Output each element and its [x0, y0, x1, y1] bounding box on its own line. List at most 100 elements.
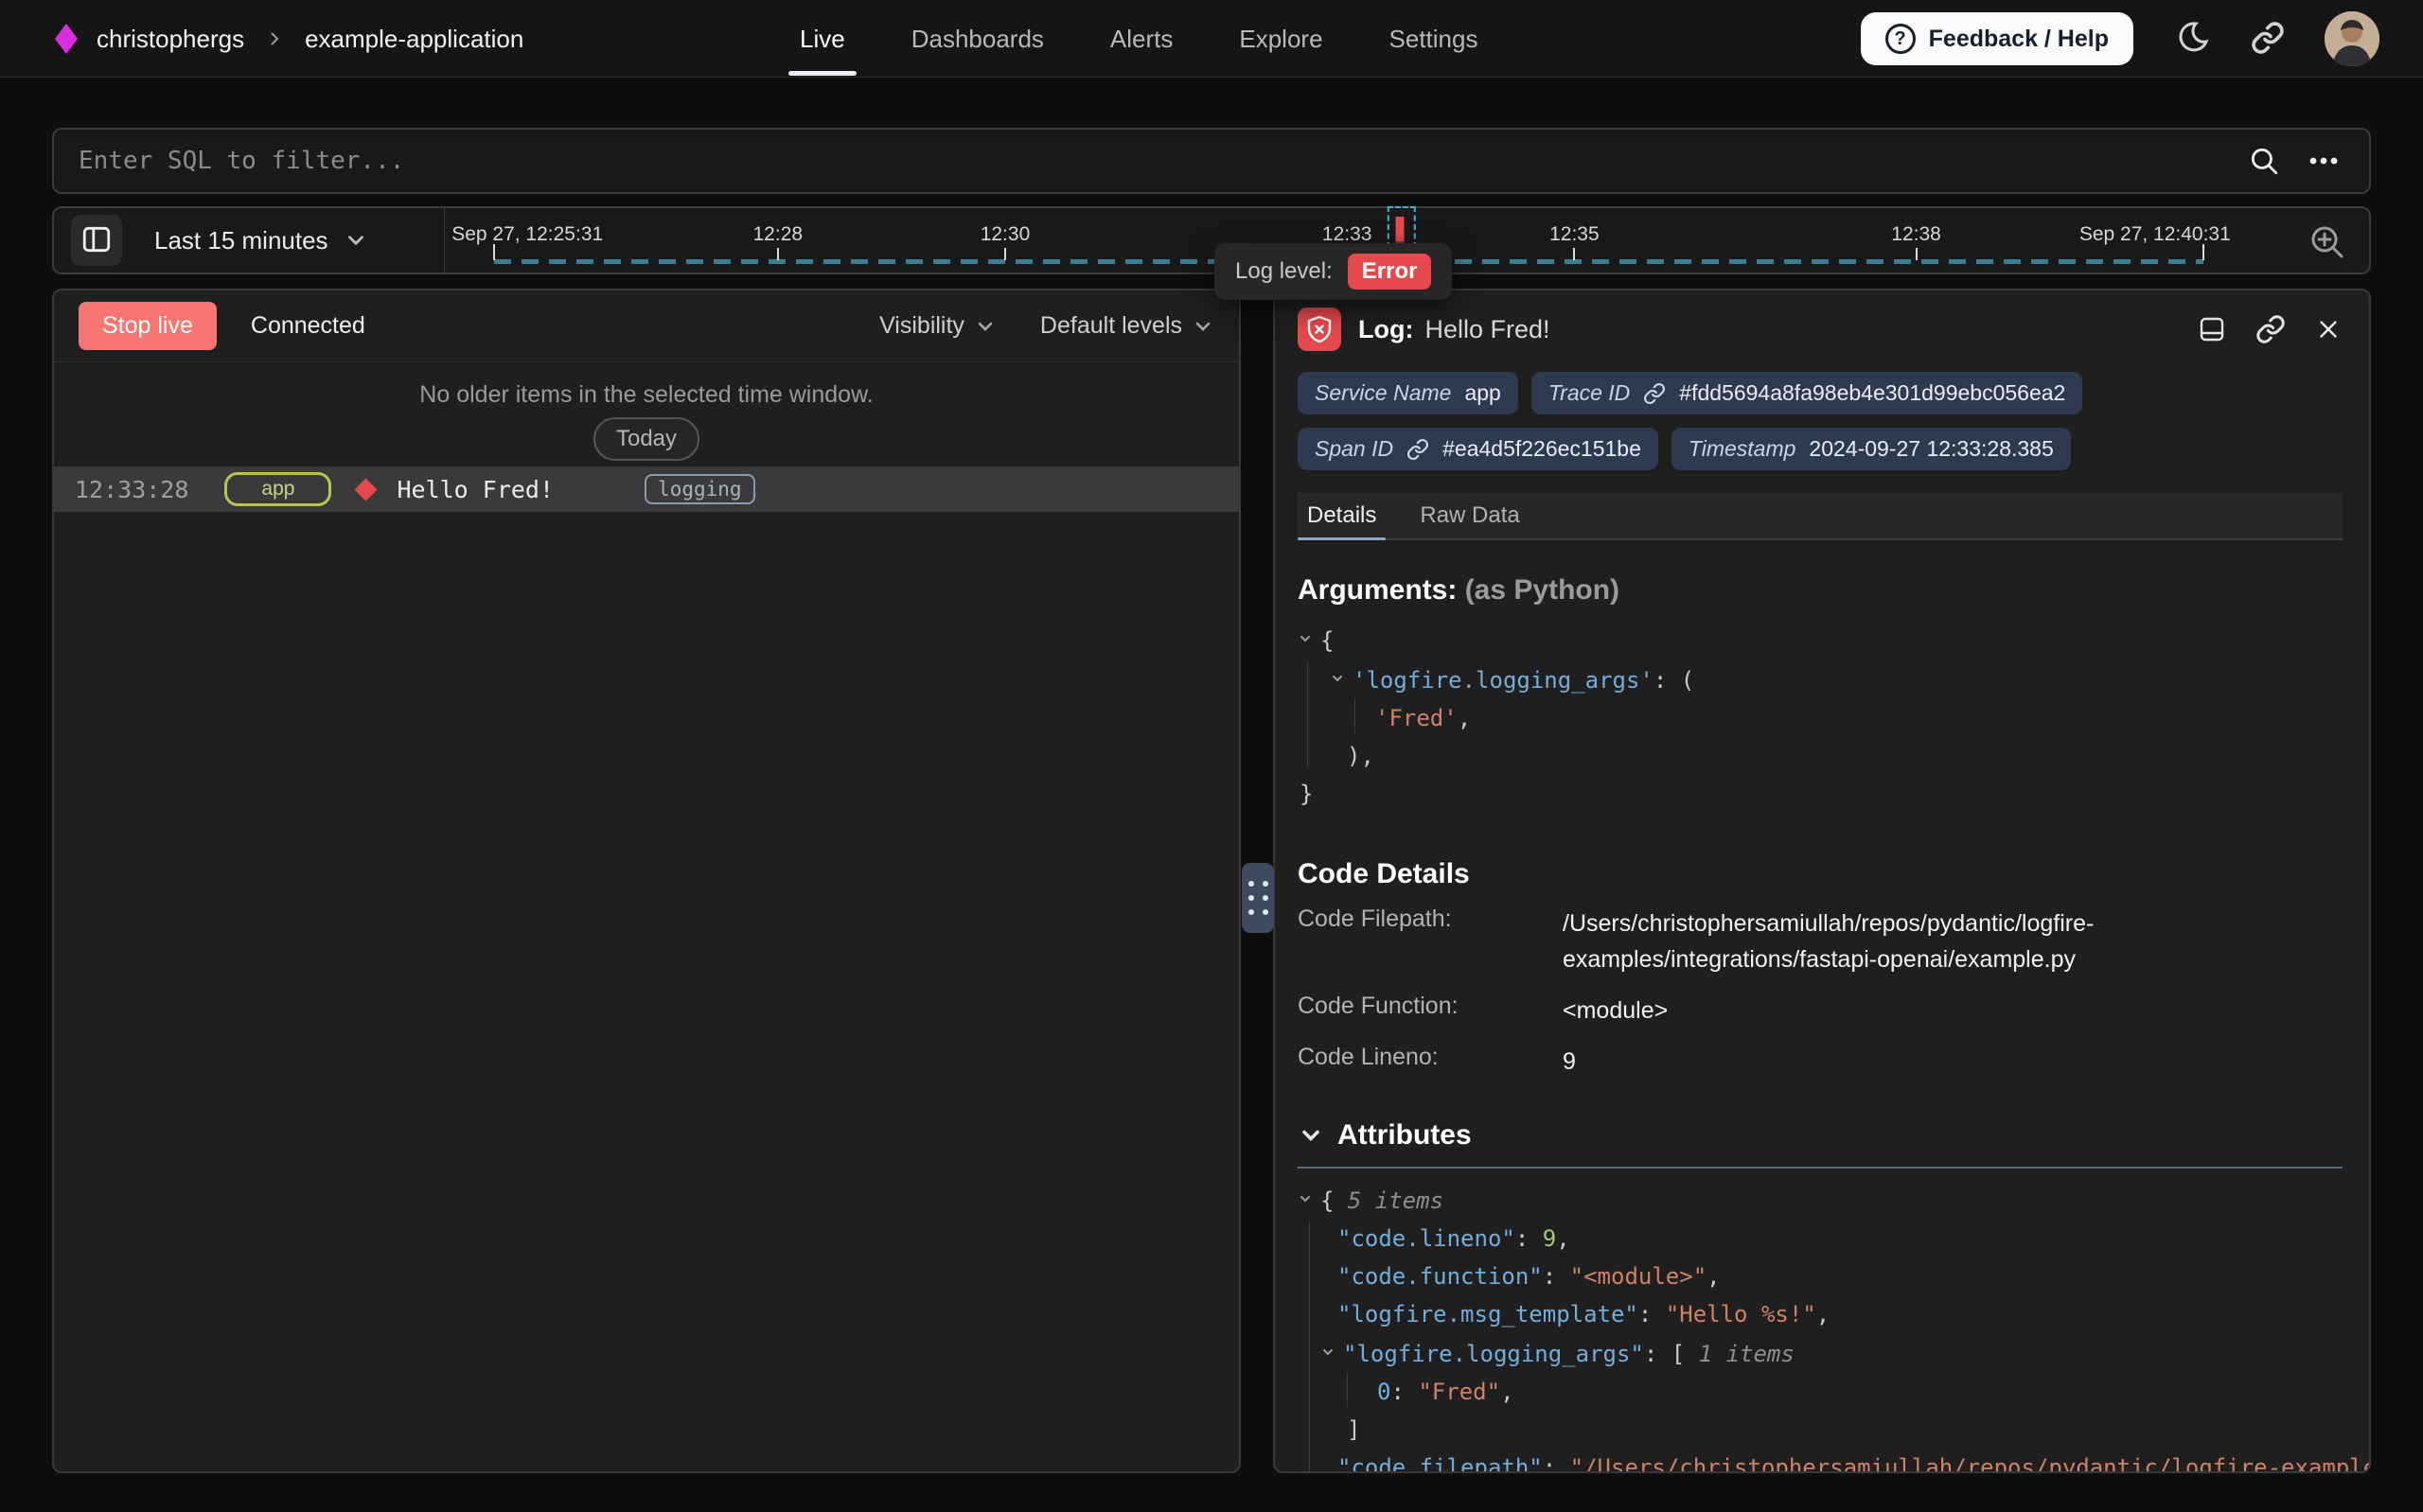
- link-icon: [1643, 382, 1666, 405]
- code-token: 'logfire.logging_args': [1353, 667, 1654, 694]
- code-token: ]: [1347, 1416, 1360, 1443]
- visibility-dropdown[interactable]: Visibility: [879, 312, 997, 340]
- span-id-label: Span ID: [1315, 436, 1393, 462]
- detail-title-prefix: Log:: [1358, 315, 1413, 344]
- error-log-marker[interactable]: [1396, 217, 1405, 241]
- nav-tab-settings[interactable]: Settings: [1389, 0, 1478, 78]
- log-level-tooltip: Log level: Error: [1214, 243, 1452, 300]
- grip-dot: [1248, 881, 1254, 887]
- timeline-zoom-in-button[interactable]: [2307, 221, 2348, 266]
- code-token: 5 items: [1334, 1187, 1443, 1214]
- panel-left-icon: [80, 223, 113, 258]
- logfire-logo-icon: [55, 24, 78, 54]
- top-bar: christophergs example-application Live D…: [0, 0, 2423, 78]
- share-link-button[interactable]: [2251, 21, 2285, 58]
- grip-dot: [1248, 895, 1254, 901]
- grip-dot: [1263, 881, 1268, 887]
- code-token: "logfire.msg_template": [1337, 1301, 1638, 1327]
- panel-resize-handle[interactable]: [1242, 863, 1274, 933]
- code-line: "code.filepath": "/Users/christophersami…: [1298, 1449, 2343, 1473]
- nav-tab-settings-label: Settings: [1389, 25, 1478, 54]
- detail-title-text: Hello Fred!: [1424, 315, 1549, 344]
- code-lineno-value: 9: [1563, 1044, 2343, 1080]
- sidebar-toggle-button[interactable]: [71, 215, 122, 266]
- live-panel-controls: Visibility Default levels: [879, 312, 1214, 340]
- code-token: "code.filepath": [1337, 1454, 1543, 1473]
- error-level-badge: Error: [1348, 254, 1432, 290]
- user-avatar[interactable]: [2325, 11, 2379, 66]
- time-range-dropdown[interactable]: Last 15 minutes: [154, 208, 368, 273]
- nav-tab-live-label: Live: [800, 25, 845, 54]
- code-token: ,: [1707, 1263, 1720, 1290]
- code-token: :: [1515, 1225, 1543, 1252]
- nav-tab-live[interactable]: Live: [800, 0, 845, 78]
- timestamp-badge: Timestamp 2024-09-27 12:33:28.385: [1671, 428, 2071, 470]
- more-options-icon[interactable]: [2307, 144, 2341, 178]
- permalink-icon[interactable]: [2255, 314, 2286, 344]
- sql-filter-input[interactable]: [54, 130, 2248, 192]
- code-token: ,: [1816, 1301, 1830, 1327]
- nav-tab-explore[interactable]: Explore: [1239, 0, 1322, 78]
- timestamp-value: 2024-09-27 12:33:28.385: [1809, 436, 2053, 462]
- collapse-chevron-icon[interactable]: [1320, 1333, 1335, 1371]
- span-id-badge[interactable]: Span ID #ea4d5f226ec151be: [1298, 428, 1658, 470]
- today-button[interactable]: Today: [593, 417, 699, 461]
- main-nav: Live Dashboards Alerts Explore Settings: [800, 0, 1477, 78]
- nav-tab-alerts[interactable]: Alerts: [1110, 0, 1173, 78]
- tick-label: Sep 27, 12:40:31: [2079, 223, 2231, 246]
- tab-raw-data[interactable]: Raw Data: [1420, 493, 1519, 538]
- code-lineno-label: Code Lineno:: [1298, 1044, 1563, 1071]
- code-function-label: Code Function:: [1298, 993, 1563, 1020]
- close-icon[interactable]: [2314, 315, 2343, 343]
- log-row-selected[interactable]: 12:33:28 app Hello Fred! logging: [54, 466, 1239, 512]
- code-line: "code.function": "<module>",: [1298, 1257, 2343, 1295]
- attributes-divider: [1298, 1167, 2343, 1169]
- code-filepath-label: Code Filepath:: [1298, 905, 1563, 933]
- code-details-grid: Code Filepath: /Users/christophersamiull…: [1298, 905, 2343, 1080]
- chevron-down-icon: [1192, 315, 1214, 338]
- breadcrumb-org[interactable]: christophergs: [97, 25, 244, 54]
- chevron-down-icon: [1298, 1122, 1324, 1149]
- trace-id-badge[interactable]: Trace ID #fdd5694a8fa98eb4e301d99ebc056e…: [1531, 372, 2083, 414]
- code-token: : [: [1644, 1341, 1699, 1367]
- code-line: }: [1298, 775, 2343, 813]
- arguments-heading-suffix: (as Python): [1465, 574, 1619, 606]
- code-token: "Hello %s!": [1666, 1301, 1816, 1327]
- code-token: {: [1320, 1187, 1334, 1214]
- attributes-heading[interactable]: Attributes: [1298, 1119, 2343, 1152]
- nav-tab-alerts-label: Alerts: [1110, 25, 1173, 54]
- code-line: "code.lineno": 9,: [1298, 1220, 2343, 1257]
- default-levels-dropdown[interactable]: Default levels: [1040, 312, 1214, 340]
- detail-header-actions: [2197, 314, 2343, 344]
- tick-line: [1916, 248, 1918, 260]
- visibility-label: Visibility: [879, 312, 964, 340]
- search-icon[interactable]: [2248, 145, 2280, 177]
- tick-label: 12:30: [981, 223, 1031, 246]
- time-range-bar: Last 15 minutes Sep 27, 12:25:31 12:28 1…: [52, 206, 2371, 274]
- theme-toggle-button[interactable]: [2173, 19, 2211, 60]
- collapse-chevron-icon[interactable]: [1330, 659, 1345, 697]
- code-token: ,: [1556, 1225, 1569, 1252]
- nav-tab-dashboards[interactable]: Dashboards: [911, 0, 1044, 78]
- feedback-help-button[interactable]: ? Feedback / Help: [1861, 12, 2133, 65]
- code-line: ),: [1298, 737, 2343, 775]
- dock-panel-icon[interactable]: [2197, 314, 2227, 344]
- tab-details[interactable]: Details: [1307, 493, 1376, 538]
- tick-label: 12:38: [1891, 223, 1941, 246]
- code-line: { 5 items: [1298, 1180, 2343, 1220]
- collapse-chevron-icon[interactable]: [1298, 620, 1313, 658]
- link-icon: [1406, 438, 1429, 461]
- breadcrumb-project[interactable]: example-application: [305, 25, 523, 54]
- code-line: "logfire.msg_template": "Hello %s!",: [1298, 1295, 2343, 1333]
- tick-line: [493, 244, 495, 260]
- code-token: 1 items: [1699, 1341, 1795, 1367]
- feedback-help-label: Feedback / Help: [1929, 26, 2109, 53]
- question-circle-icon: ?: [1885, 24, 1916, 54]
- collapse-chevron-icon[interactable]: [1298, 1180, 1313, 1218]
- arguments-code-block: { 'logfire.logging_args': ( 'Fred', ), }: [1298, 620, 2343, 813]
- code-token: ,: [1500, 1379, 1513, 1405]
- stop-live-button[interactable]: Stop live: [79, 302, 217, 350]
- code-token: "code.lineno": [1337, 1225, 1515, 1252]
- arguments-heading: Arguments: (as Python): [1298, 574, 2343, 607]
- scope-tag: logging: [645, 474, 755, 504]
